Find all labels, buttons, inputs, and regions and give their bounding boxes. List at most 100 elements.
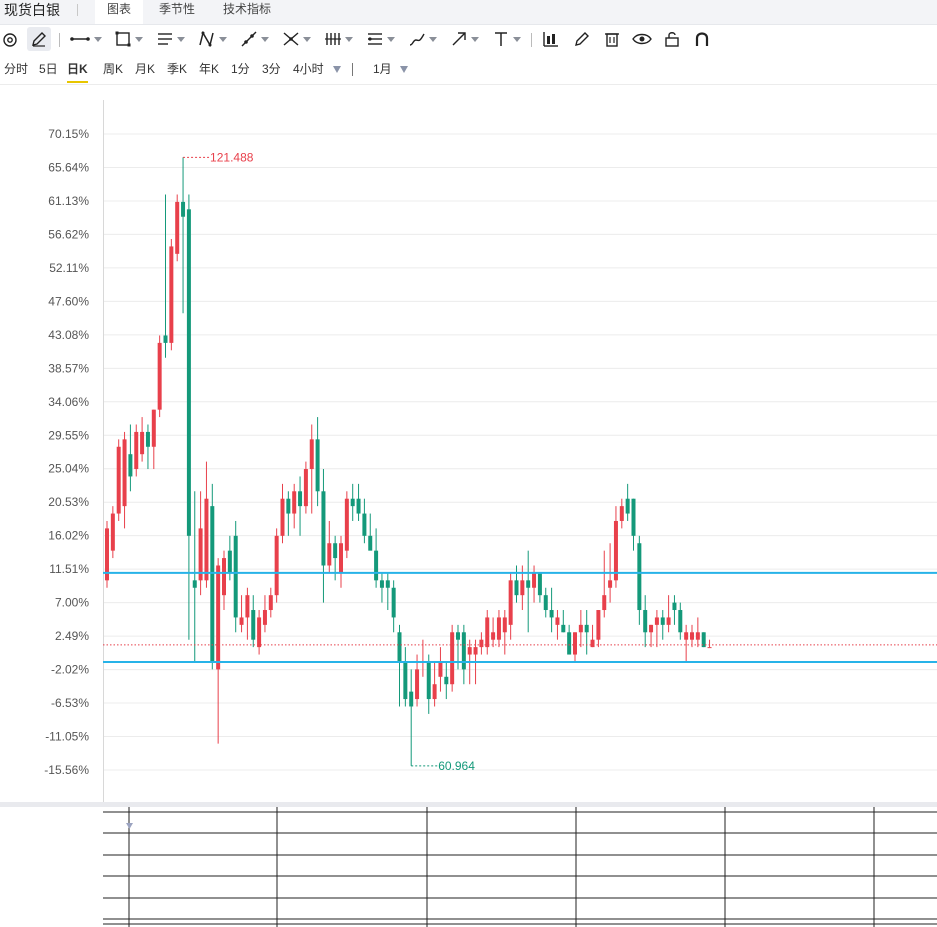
candle-body [619,506,624,521]
tab-seasonality[interactable]: 季节性 [147,0,207,24]
candle-body [379,580,384,588]
candle-body [262,610,267,625]
candle-body [391,587,396,618]
y-tick-label: 65.64% [48,160,89,174]
trash-icon[interactable] [600,27,624,51]
candle-body [116,446,121,514]
candle-body [321,491,326,566]
y-tick-label: 34.06% [48,395,89,409]
candle-body [409,691,414,707]
candle-body [432,684,437,700]
candle-body [298,491,303,507]
candle-body [227,550,232,573]
gann-icon[interactable] [321,27,355,51]
y-tick-label: 20.53% [48,495,89,509]
candle-body [666,617,671,625]
toolbar-divider [59,33,60,47]
candle-body [461,632,466,670]
magnet-icon[interactable] [690,27,714,51]
horizontal-line-icon[interactable] [67,27,103,51]
candle-body [613,520,618,581]
unlock-icon[interactable] [660,27,684,51]
period-yearly[interactable]: 年K [199,57,219,81]
y-tick-label: 16.02% [48,529,89,543]
range-dropdown-icon[interactable] [400,66,408,73]
candle-body [602,595,607,611]
candle-body [608,580,613,588]
candle-body [502,617,507,633]
pattern-icon[interactable] [195,27,229,51]
period-selector: 分时 5日 日K 周K 月K 季K 年K 1分 3分 4小时 1月 [0,57,937,83]
period-monthly[interactable]: 月K [135,57,155,81]
sub-panel-marker-icon [126,823,133,829]
candle-body [684,632,689,640]
candlestick-chart[interactable]: 70.15% 65.64% 61.13% 56.62% 52.11% 47.60% 43.0… [0,85,937,802]
candle-body [128,454,133,477]
candle-body [245,595,250,618]
bar-chart-icon[interactable] [539,27,563,51]
period-intraday[interactable]: 分时 [4,57,28,81]
candle-body [309,439,314,470]
arrow-icon[interactable] [447,27,481,51]
more-periods-dropdown[interactable] [333,66,341,73]
y-tick-label: -15.56% [44,763,89,777]
period-4hour[interactable]: 4小时 [293,57,324,81]
candle-body [239,617,244,625]
y-tick-label: 29.55% [48,428,89,442]
candle-body [204,498,209,581]
parallel-channel-icon[interactable] [153,27,187,51]
candle-body [286,498,291,514]
trend-line-icon[interactable] [237,27,271,51]
candle-body [251,610,256,640]
candle-body [654,617,659,625]
rectangle-icon[interactable] [111,27,145,51]
period-1min[interactable]: 1分 [231,57,250,81]
range-select[interactable]: 1月 [373,57,392,81]
candle-body [450,632,455,685]
price-range-icon[interactable] [363,27,397,51]
candle-body [175,201,180,254]
y-tick-label: 7.00% [55,596,89,610]
y-tick-label: 70.15% [48,127,89,141]
candle-body [672,602,677,611]
eye-icon[interactable] [630,27,654,51]
text-icon[interactable] [489,27,523,51]
period-quarterly[interactable]: 季K [167,57,187,81]
candle-body [362,513,367,536]
low-price-label: 60.964 [438,759,475,773]
hide-drawings-icon[interactable] [0,27,20,51]
period-daily[interactable]: 日K [67,57,88,83]
top-bar: 现货白银 图表 季节性 技术指标 [0,0,937,25]
period-weekly[interactable]: 周K [103,57,123,81]
candle-body [678,610,683,633]
candle-body [625,498,630,514]
edit-icon[interactable] [570,27,594,51]
period-3min[interactable]: 3分 [262,57,281,81]
brush-icon[interactable] [405,27,439,51]
candle-body [110,513,115,551]
period-5day[interactable]: 5日 [39,57,58,81]
y-tick-label: 47.60% [48,294,89,308]
candle-body [356,498,361,514]
candle-body [315,439,320,492]
drawing-toolbar [0,25,937,53]
pencil-icon[interactable] [27,27,51,51]
candle-body [660,617,665,625]
candle-body [520,580,525,596]
candle-body [567,632,572,655]
candle-body [578,624,583,633]
y-tick-label: -11.05% [45,730,89,744]
fibonacci-icon[interactable] [279,27,313,51]
candle-body [573,632,577,655]
candle-body [596,610,601,640]
candle-body [169,246,174,343]
candle-body [403,661,408,700]
candle-body [368,535,373,551]
tab-indicators[interactable]: 技术指标 [211,0,283,24]
title-divider [77,4,78,16]
tab-chart[interactable]: 图表 [95,0,144,24]
candle-body [303,469,308,507]
candle-body [491,632,496,640]
candle-body [637,543,642,611]
candle-body [543,595,548,611]
